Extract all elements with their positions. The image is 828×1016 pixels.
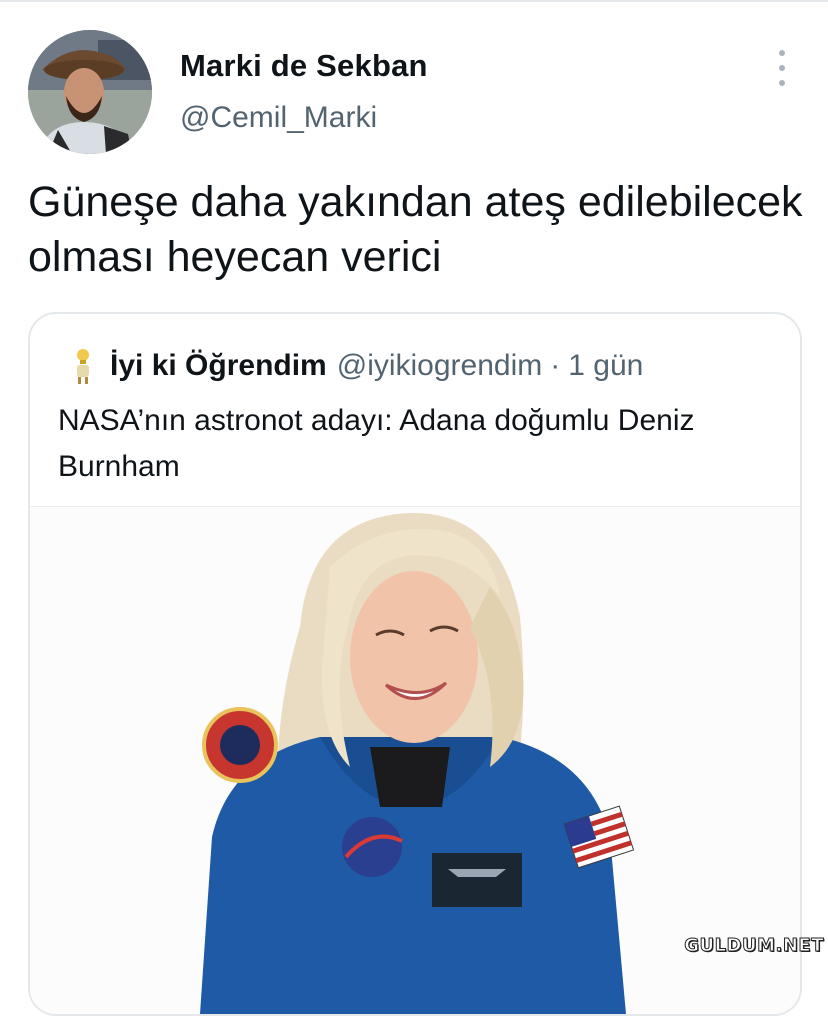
quoted-tweet-text: NASA’nın astronot adayı: Adana doğumlu D…: [58, 404, 695, 483]
quoted-tweet-card[interactable]: İyi ki Öğrendim @iyikiogrendim · 1 gün N…: [28, 312, 802, 1016]
user-handle[interactable]: @Cemil_Marki: [180, 101, 377, 135]
quoted-handle[interactable]: @iyikiogrendim: [337, 349, 543, 383]
tweet-text: Güneşe daha yakından ateş edilebilecek o…: [28, 178, 803, 281]
more-vertical-icon[interactable]: [770, 50, 794, 86]
quoted-timestamp[interactable]: 1 gün: [568, 349, 643, 383]
quoted-display-name[interactable]: İyi ki Öğrendim: [110, 349, 327, 383]
display-name[interactable]: Marki de Sekban: [180, 48, 428, 84]
quoted-tweet-header: İyi ki Öğrendim @iyikiogrendim · 1 gün: [72, 348, 643, 384]
watermark-logo: GULDUM.NET: [684, 935, 824, 957]
avatar-image: [28, 30, 152, 154]
avatar[interactable]: [28, 30, 152, 154]
top-divider: [0, 0, 828, 2]
separator-dot: ·: [550, 349, 561, 382]
lightbulb-person-icon: [77, 349, 89, 384]
